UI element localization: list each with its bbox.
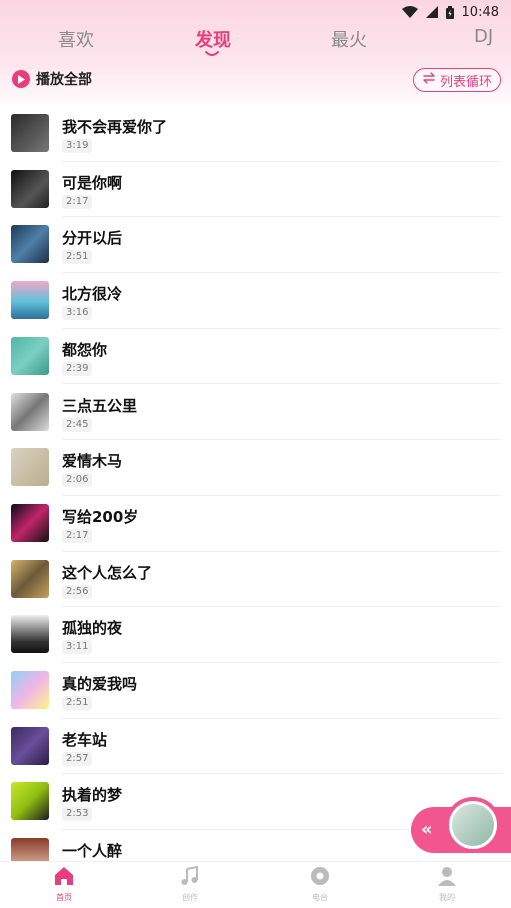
- tab-hottest[interactable]: 最火: [331, 26, 367, 52]
- song-title: 三点五公里: [62, 396, 138, 415]
- user-icon: [438, 867, 456, 886]
- nav-mine-label: 我的: [439, 893, 455, 902]
- home-icon: [55, 867, 73, 885]
- song-row[interactable]: 写给200岁 2:17: [0, 496, 511, 552]
- tab-dj[interactable]: DJ: [474, 26, 493, 47]
- song-duration: 3:16: [62, 306, 93, 321]
- nav-home-label: 首页: [56, 893, 72, 902]
- album-cover: [11, 726, 49, 765]
- album-cover: [11, 503, 49, 542]
- status-time: 10:48: [461, 4, 499, 20]
- song-duration: 2:56: [62, 584, 93, 599]
- song-duration: 2:17: [62, 528, 93, 543]
- song-title: 北方很冷: [62, 285, 123, 304]
- mini-player[interactable]: «: [411, 797, 511, 857]
- album-cover: [11, 615, 49, 654]
- song-title: 一个人醉: [62, 842, 123, 861]
- album-cover: [11, 671, 49, 709]
- signal-icon: [425, 6, 438, 18]
- nav-create[interactable]: 创作: [160, 865, 220, 903]
- song-duration: 2:51: [62, 696, 93, 710]
- song-title: 都怨你: [62, 340, 108, 359]
- song-title: 真的爱我吗: [62, 675, 138, 693]
- active-tab-indicator: [205, 51, 219, 56]
- bottom-nav: 首页 创作 电台 我的: [0, 861, 511, 908]
- repeat-icon: [422, 72, 436, 88]
- nav-create-label: 创作: [182, 893, 198, 902]
- song-title: 分开以后: [62, 229, 123, 248]
- song-title: 这个人怎么了: [62, 563, 153, 582]
- song-duration: 2:57: [62, 751, 93, 766]
- album-cover: [11, 281, 49, 320]
- nav-mine[interactable]: 我的: [417, 866, 477, 903]
- song-row[interactable]: 北方很冷 3:16: [0, 273, 511, 329]
- song-duration: 3:19: [62, 139, 93, 153]
- song-title: 写给200岁: [62, 507, 139, 526]
- song-duration: 2:17: [62, 194, 93, 209]
- status-bar: 10:48: [0, 0, 511, 24]
- album-cover: [11, 782, 49, 821]
- loop-mode-label: 列表循环: [439, 74, 492, 90]
- song-row[interactable]: 可是你啊 2:17: [0, 162, 511, 218]
- song-duration: 2:53: [62, 807, 93, 822]
- album-cover: [11, 559, 49, 598]
- song-row[interactable]: 这个人怎么了 2:56: [0, 552, 511, 608]
- tab-discover[interactable]: 发现: [195, 26, 231, 52]
- album-cover: [11, 448, 49, 487]
- now-playing-cover: [449, 801, 497, 849]
- song-row[interactable]: 三点五公里 2:45: [0, 385, 511, 441]
- song-title: 孤独的夜: [62, 619, 123, 638]
- song-duration: 2:51: [62, 250, 93, 265]
- play-all-label: 播放全部: [36, 72, 92, 88]
- top-tabs: 喜欢 发现 最火 DJ: [0, 26, 511, 62]
- nav-radio[interactable]: 电台: [290, 866, 350, 903]
- album-cover: [11, 336, 49, 375]
- play-all-button[interactable]: 播放全部: [12, 69, 92, 89]
- song-duration: 2:39: [62, 361, 93, 376]
- song-title: 可是你啊: [62, 173, 123, 192]
- song-row[interactable]: 都怨你 2:39: [0, 329, 511, 385]
- song-title: 我不会再爱你了: [62, 118, 168, 136]
- song-row[interactable]: 我不会再爱你了 3:19: [0, 106, 511, 162]
- song-row[interactable]: 孤独的夜 3:11: [0, 607, 511, 663]
- loop-mode-button[interactable]: 列表循环: [413, 68, 501, 92]
- song-duration: 2:06: [62, 473, 93, 488]
- collapse-chevron-icon[interactable]: «: [421, 819, 433, 840]
- song-duration: 3:11: [62, 640, 93, 655]
- song-row[interactable]: 分开以后 2:51: [0, 217, 511, 274]
- song-title: 爱情木马: [62, 452, 123, 471]
- album-cover: [11, 225, 49, 264]
- music-note-icon: [181, 865, 198, 885]
- now-playing-disc[interactable]: [445, 797, 501, 853]
- nav-radio-label: 电台: [312, 893, 328, 902]
- tab-likes[interactable]: 喜欢: [58, 26, 94, 52]
- play-icon: [12, 70, 30, 88]
- song-duration: 2:45: [62, 417, 93, 432]
- song-row[interactable]: 爱情木马 2:06: [0, 440, 511, 496]
- song-title: 老车站: [62, 730, 108, 749]
- song-row[interactable]: 真的爱我吗 2:51: [0, 663, 511, 719]
- battery-icon: [445, 5, 454, 19]
- album-cover: [11, 114, 49, 152]
- album-cover: [11, 169, 49, 208]
- song-title: 执着的梦: [62, 786, 123, 805]
- song-row[interactable]: 老车站 2:57: [0, 719, 511, 775]
- album-cover: [11, 392, 49, 431]
- wifi-icon: [401, 6, 418, 18]
- nav-home[interactable]: 首页: [34, 866, 94, 903]
- radio-icon: [311, 867, 329, 885]
